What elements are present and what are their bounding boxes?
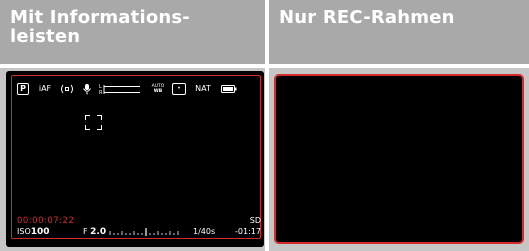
metering-icon	[59, 83, 75, 95]
audio-level-meter-icon: L R	[99, 83, 141, 95]
aperture-readout: F 2.0	[83, 227, 106, 237]
header-line-1: Nur REC-Rahmen	[279, 7, 455, 28]
column-header-with-info-bars: Mit Informations- leisten	[0, 0, 265, 64]
column-header-rec-frame-only: Nur REC-Rahmen	[269, 0, 529, 64]
iso-prefix: ISO	[17, 227, 31, 236]
storage-indicator: SD	[249, 216, 261, 225]
top-status-bar: P iAF L R AUTO WB • NAT	[17, 83, 257, 97]
recording-timecode: 00:00:07:22	[17, 216, 75, 226]
header-line-2: leisten	[10, 26, 81, 47]
bottom-info-bar: 00:00:07:22 SD ISO100 F 2.0 1/40s -01:17	[17, 216, 261, 242]
focus-frame-icon: •	[172, 83, 186, 95]
battery-icon	[221, 83, 237, 95]
exposure-mode-p-icon: P	[17, 83, 29, 95]
aperture-prefix: F	[83, 227, 88, 236]
auto-white-balance-icon: AUTO WB	[151, 83, 165, 95]
microphone-icon	[82, 83, 92, 95]
aperture-value: 2.0	[90, 227, 107, 237]
exposure-compensation-readout: -01:17	[235, 227, 261, 236]
film-style-nat-label: NAT	[195, 84, 211, 93]
iso-value: 100	[30, 227, 50, 237]
awb-bottom-label: WB	[153, 89, 163, 94]
shutter-speed-readout: 1/40s	[193, 227, 216, 236]
header-line-1: Mit Informations-	[10, 7, 190, 28]
svg-text:R: R	[99, 90, 103, 95]
iaf-label: iAF	[38, 84, 52, 93]
iso-readout: ISO100	[17, 227, 50, 237]
exposure-scale-icon	[109, 228, 179, 236]
viewfinder-screen-rec-frame-only	[274, 74, 524, 244]
rec-frame	[11, 75, 261, 239]
